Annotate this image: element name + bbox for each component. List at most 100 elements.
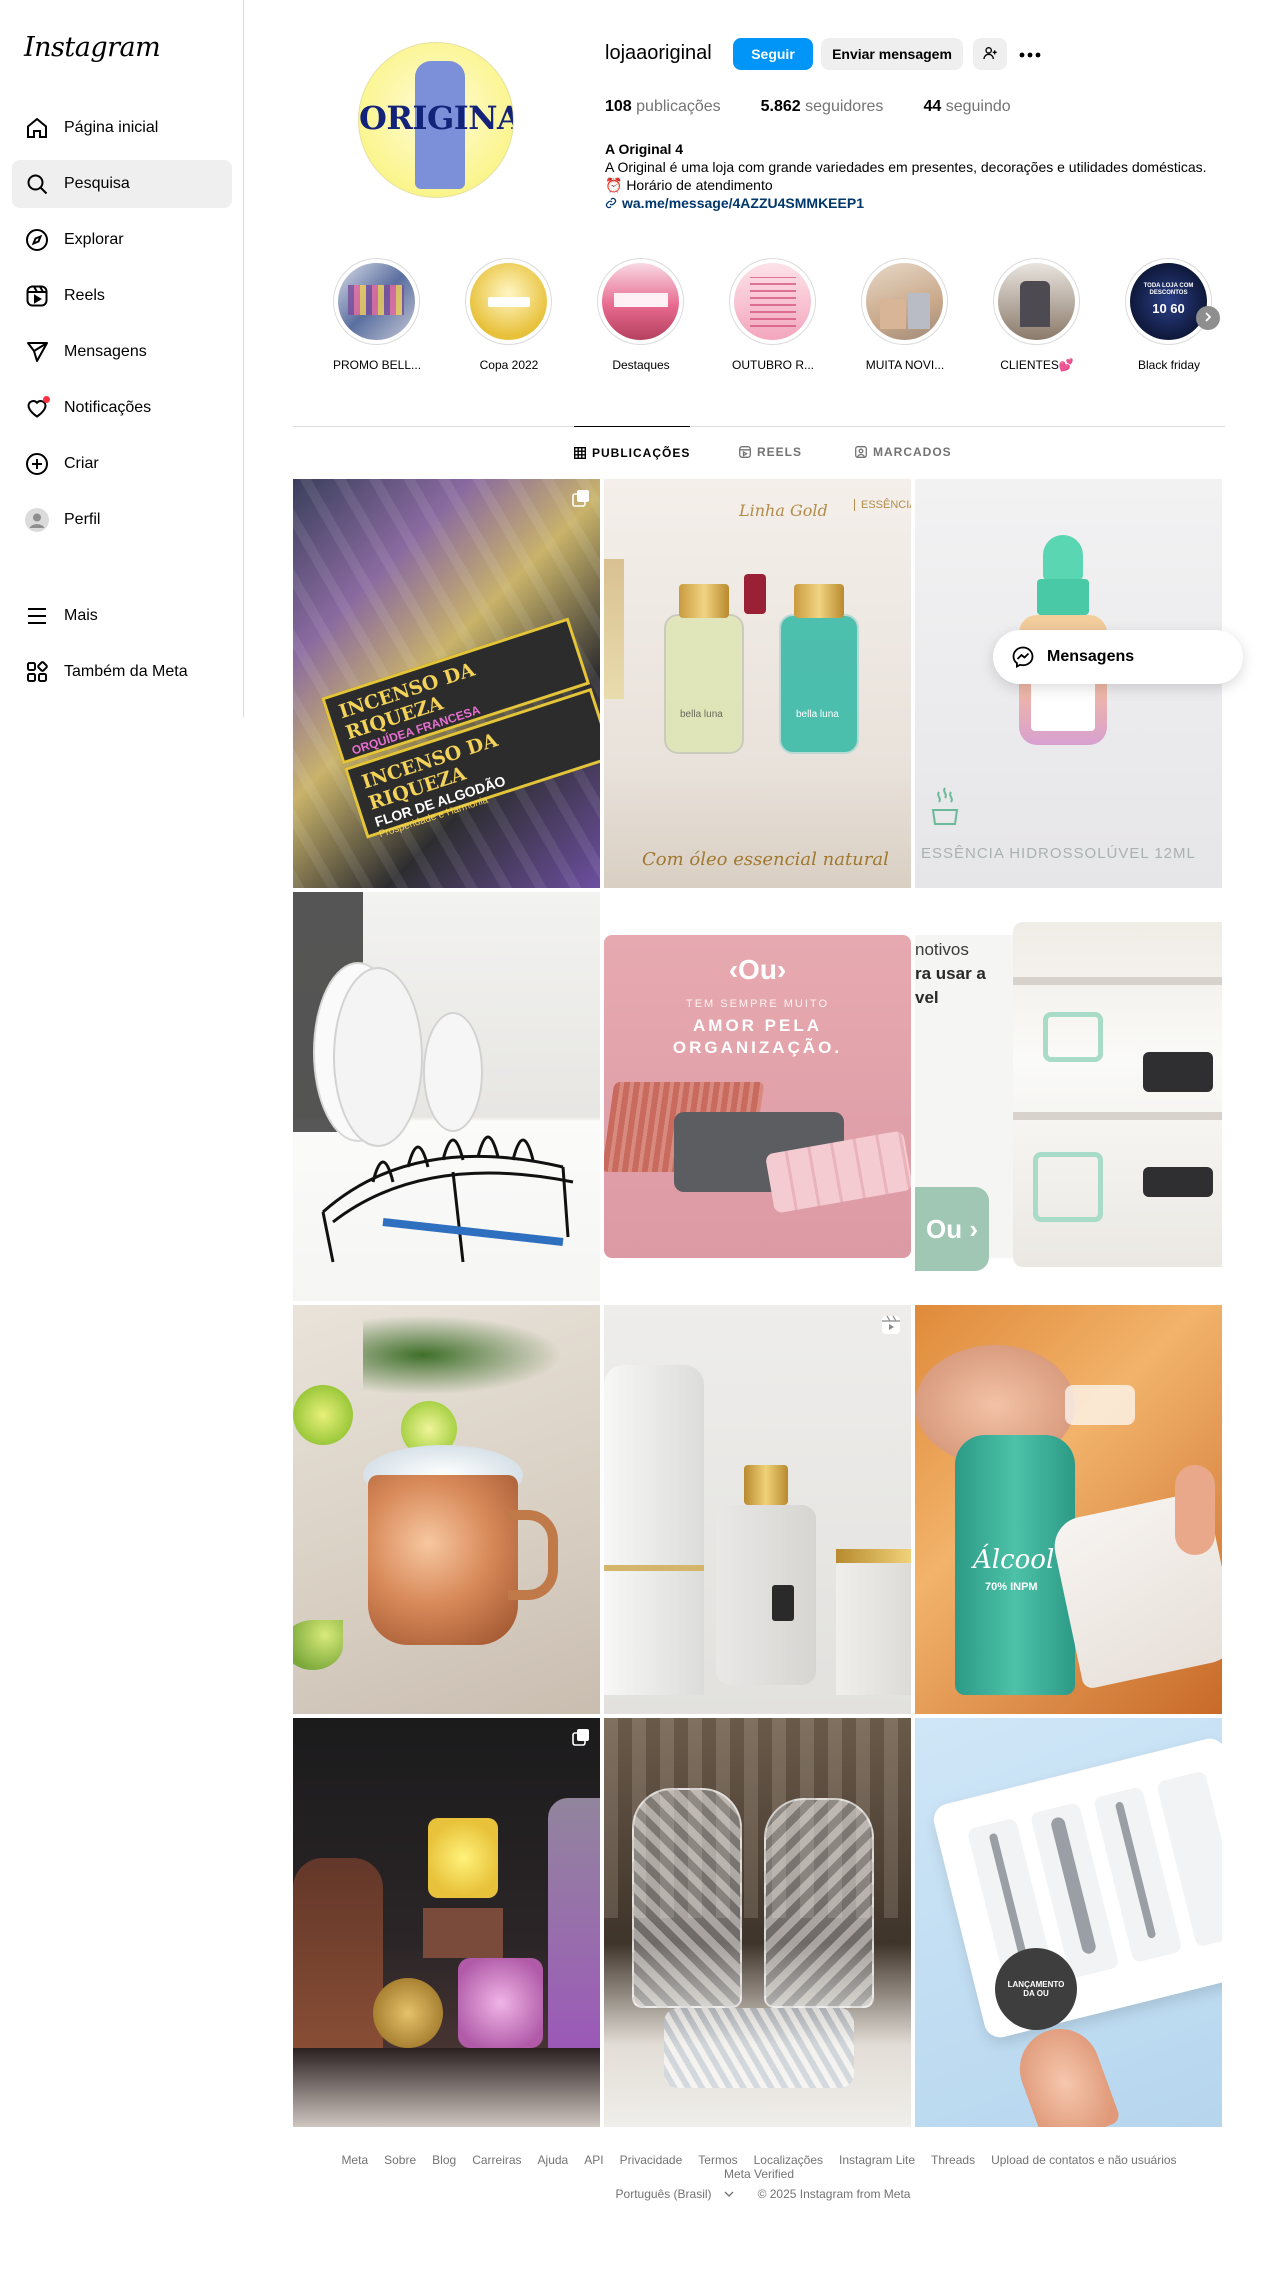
highlights-next-button[interactable] [1196, 306, 1220, 330]
pump-shape [744, 1465, 788, 1505]
follow-button[interactable]: Seguir [733, 38, 813, 70]
profile-stats: 108 publicações 5.862 seguidores 44 segu… [605, 98, 1051, 116]
footer-link[interactable]: Instagram Lite [839, 2153, 915, 2167]
highlight-item[interactable]: PROMO BELL... [333, 258, 421, 372]
post-tile[interactable] [293, 1718, 600, 2127]
followers-label: seguidores [805, 98, 884, 115]
highlight-cover [866, 263, 943, 340]
post-tile[interactable]: INCENSO DA RIQUEZA ORQUÍDEA FRANCESA INC… [293, 479, 600, 888]
footer-link[interactable]: Carreiras [472, 2153, 521, 2167]
post-tile[interactable]: Álcool 70% INPM [915, 1305, 1222, 1714]
footer-link[interactable]: Sobre [384, 2153, 416, 2167]
sidebar-item-explore[interactable]: Explorar [12, 216, 232, 264]
post-tile[interactable] [604, 1718, 911, 2127]
black-friday-top-text: TODA LOJA COM DESCONTOS [1143, 283, 1194, 296]
post-tile[interactable]: notivos ra usar a vel Ou › [915, 892, 1222, 1301]
sidebar-item-label: Reels [64, 287, 105, 304]
highlight-title: CLIENTES💕 [1000, 358, 1074, 372]
highlight-title: PROMO BELL... [333, 358, 422, 372]
leaves-shape [363, 1315, 563, 1395]
highlight-ring [465, 258, 552, 345]
bio-link-row[interactable]: wa.me/message/4AZZU4SMMKEEP1 [605, 194, 1225, 212]
footer-link[interactable]: Localizações [754, 2153, 823, 2167]
post-tile[interactable] [293, 892, 600, 1301]
diffuser-icon [925, 784, 965, 836]
highlight-title: MUITA NOVI... [865, 358, 945, 372]
post-text: AMOR PELA [693, 1016, 822, 1035]
bio-link[interactable]: wa.me/message/4AZZU4SMMKEEP1 [622, 194, 864, 212]
footer-link[interactable]: API [584, 2153, 603, 2167]
post-tile[interactable] [293, 1305, 600, 1714]
post-text: Linha Gold [739, 501, 828, 520]
sidebar-item-messages[interactable]: Mensagens [12, 328, 232, 376]
reels-icon [739, 446, 751, 458]
highlight-ring [597, 258, 684, 345]
posts-stat: 108 publicações [605, 98, 721, 116]
reel-icon [881, 1315, 901, 1340]
ou-logo: ‹Ou› [728, 954, 787, 985]
post-text: ORGANIZAÇÃO. [672, 1038, 843, 1057]
plus-square-icon [24, 451, 50, 477]
language-selector[interactable]: Português (Brasil) [608, 2187, 742, 2201]
options-button[interactable] [1017, 42, 1043, 66]
mug-handle [508, 1510, 558, 1600]
post-text: ra usar a [915, 964, 986, 983]
carousel-icon [572, 489, 590, 512]
send-message-button[interactable]: Enviar mensagem [821, 38, 963, 70]
dish-rack-drawing [321, 1135, 574, 1263]
gold-trim [604, 1565, 704, 1571]
glass-tray [664, 2008, 854, 2088]
sidebar-item-create[interactable]: Criar [12, 440, 232, 488]
sidebar-item-reels[interactable]: Reels [12, 272, 232, 320]
link-icon [605, 197, 617, 209]
post-tile[interactable] [604, 1305, 911, 1714]
highlight-cover [734, 263, 811, 340]
followers-stat[interactable]: 5.862 seguidores [761, 98, 884, 116]
suggest-accounts-button[interactable] [973, 38, 1007, 70]
footer-link[interactable]: Privacidade [620, 2153, 683, 2167]
hand-shape [1175, 1465, 1215, 1555]
post-tile[interactable]: ‹Ou› TEM SEMPRE MUITO AMOR PELA ORGANIZA… [604, 892, 911, 1301]
sidebar-item-notifications[interactable]: Notificações [12, 384, 232, 432]
wood-block [423, 1908, 503, 1958]
highlight-ring [861, 258, 948, 345]
highlight-ring [333, 258, 420, 345]
footer-link[interactable]: Meta Verified [724, 2167, 794, 2181]
profile-avatar[interactable]: ORIGINAL [358, 42, 514, 198]
following-stat[interactable]: 44 seguindo [923, 98, 1010, 116]
floating-messages-button[interactable]: Mensagens [993, 630, 1243, 684]
highlight-item[interactable]: Destaques [597, 258, 685, 372]
tab-posts[interactable]: PUBLICAÇÕES [574, 426, 691, 478]
instagram-logo[interactable]: Instagram [24, 32, 161, 63]
sidebar-item-home[interactable]: Página inicial [12, 104, 232, 152]
sidebar-item-search[interactable]: Pesquisa [12, 160, 232, 208]
profile-avatar-icon [24, 507, 50, 533]
post-tile[interactable]: Linha Gold ESSÊNCIA bella luna bella lun… [604, 479, 911, 888]
sidebar-item-profile[interactable]: Perfil [12, 496, 232, 544]
bottle-cap [794, 584, 844, 618]
sidebar-item-meta[interactable]: Também da Meta [12, 648, 232, 696]
tab-tagged[interactable]: MARCADOS [855, 426, 952, 478]
pink-glass [458, 1958, 543, 2048]
post-text: TEM SEMPRE MUITO [685, 998, 830, 1010]
highlight-item[interactable]: Copa 2022 [465, 258, 553, 372]
bio-name: A Original 4 [605, 141, 684, 157]
footer-link[interactable]: Threads [931, 2153, 975, 2167]
yellow-jar [428, 1818, 498, 1898]
tab-reels[interactable]: REELS [739, 426, 802, 478]
highlight-item[interactable]: OUTUBRO R... [729, 258, 817, 372]
home-icon [24, 115, 50, 141]
tagged-icon [855, 446, 867, 458]
hand-shape [1008, 2017, 1122, 2127]
highlight-item[interactable]: MUITA NOVI... [861, 258, 949, 372]
footer-link[interactable]: Meta [341, 2153, 368, 2167]
post-tile[interactable]: LANÇAMENTO DA OU [915, 1718, 1222, 2127]
footer-link[interactable]: Blog [432, 2153, 456, 2167]
footer-link[interactable]: Ajuda [538, 2153, 569, 2167]
holder-shape [836, 1555, 911, 1695]
sidebar-item-more[interactable]: Mais [12, 592, 232, 640]
footer-link[interactable]: Termos [698, 2153, 737, 2167]
footer-link[interactable]: Upload de contatos e não usuários [991, 2153, 1176, 2167]
meta-apps-icon [24, 659, 50, 685]
highlight-item[interactable]: CLIENTES💕 [993, 258, 1081, 372]
